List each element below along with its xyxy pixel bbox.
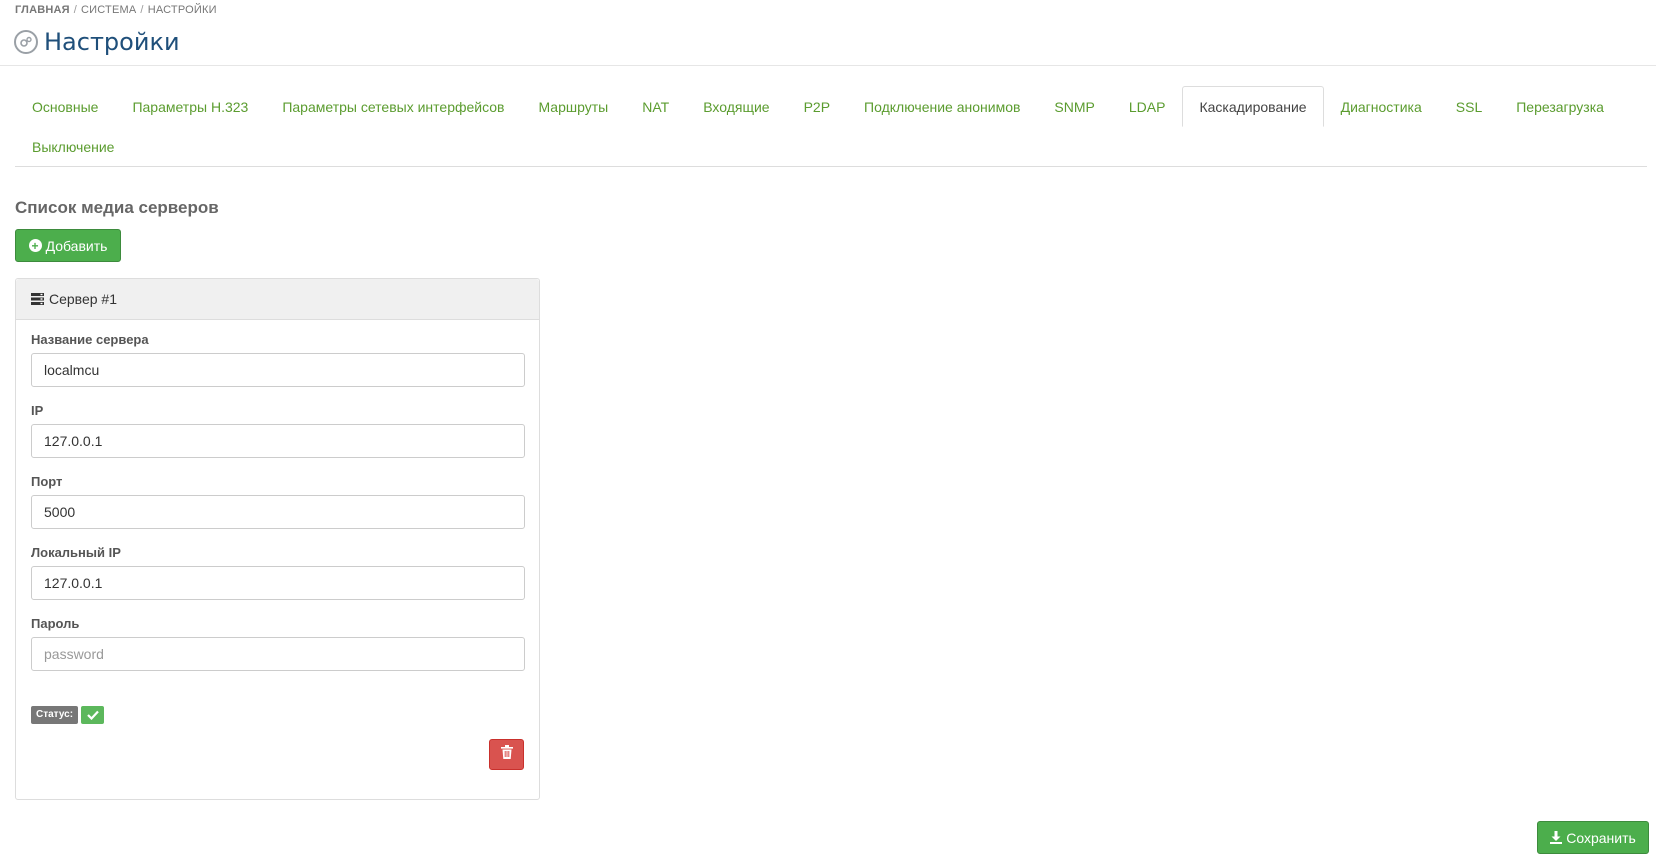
tab-snmp[interactable]: SNMP xyxy=(1037,86,1111,126)
trash-icon xyxy=(500,745,513,764)
server-panel: Сервер #1 Название сервера IP Порт Локал… xyxy=(15,278,540,800)
port-label: Порт xyxy=(31,474,63,489)
tab-incoming[interactable]: Входящие xyxy=(686,86,786,126)
tab-ssl[interactable]: SSL xyxy=(1439,86,1499,126)
password-input[interactable] xyxy=(31,637,525,671)
gear-circle-icon xyxy=(14,30,38,54)
plus-circle-icon: + xyxy=(28,239,42,252)
breadcrumb-separator: / xyxy=(73,4,78,16)
tab-general[interactable]: Основные xyxy=(15,86,115,126)
server-icon xyxy=(31,293,44,305)
server-panel-title: Сервер #1 xyxy=(49,291,117,307)
check-icon xyxy=(81,706,105,724)
port-input[interactable] xyxy=(31,495,525,529)
delete-server-button[interactable] xyxy=(489,739,524,770)
tab-p2p[interactable]: P2P xyxy=(787,86,847,126)
server-name-input[interactable] xyxy=(31,353,525,387)
tab-network-interfaces[interactable]: Параметры сетевых интерфейсов xyxy=(265,86,521,126)
tab-cascading[interactable]: Каскадирование xyxy=(1182,86,1324,127)
add-server-label: Добавить xyxy=(45,237,108,254)
server-name-label: Название сервера xyxy=(31,332,149,347)
add-server-button[interactable]: + Добавить xyxy=(15,229,121,262)
tab-shutdown[interactable]: Выключение xyxy=(15,126,131,166)
save-button[interactable]: Сохранить xyxy=(1537,821,1649,854)
breadcrumb-system[interactable]: СИСТЕМА xyxy=(81,4,136,16)
tab-anonymous[interactable]: Подключение анонимов xyxy=(847,86,1037,126)
settings-page: ГЛАВНАЯ / СИСТЕМА / НАСТРОЙКИ Настройки Осно… xyxy=(0,0,1656,861)
ip-input[interactable] xyxy=(31,424,525,458)
local-ip-label: Локальный IP xyxy=(31,545,121,560)
page-header: Настройки xyxy=(14,28,180,56)
server-panel-heading: Сервер #1 xyxy=(16,279,539,320)
settings-tabs: Основные Параметры H.323 Параметры сетев… xyxy=(15,86,1647,167)
tab-reboot[interactable]: Перезагрузка xyxy=(1499,86,1621,126)
server-status: Статус: xyxy=(31,706,105,724)
tab-ldap[interactable]: LDAP xyxy=(1112,86,1183,126)
breadcrumb-home[interactable]: ГЛАВНАЯ xyxy=(15,4,70,16)
tab-nat[interactable]: NAT xyxy=(625,86,686,126)
tab-routes[interactable]: Маршруты xyxy=(521,86,625,126)
page-title: Настройки xyxy=(44,28,180,56)
tab-h323[interactable]: Параметры H.323 xyxy=(115,86,265,126)
breadcrumb-settings: НАСТРОЙКИ xyxy=(147,4,217,16)
download-icon xyxy=(1550,831,1563,844)
breadcrumb: ГЛАВНАЯ / СИСТЕМА / НАСТРОЙКИ xyxy=(15,4,217,16)
media-servers-title: Список медиа серверов xyxy=(15,198,219,217)
local-ip-input[interactable] xyxy=(31,566,525,600)
tab-diagnostics[interactable]: Диагностика xyxy=(1324,86,1439,126)
password-label: Пароль xyxy=(31,616,80,631)
header-divider xyxy=(0,65,1656,66)
status-label: Статус: xyxy=(31,706,79,724)
ip-label: IP xyxy=(31,403,44,418)
breadcrumb-separator: / xyxy=(140,4,144,16)
save-label: Сохранить xyxy=(1566,829,1636,846)
